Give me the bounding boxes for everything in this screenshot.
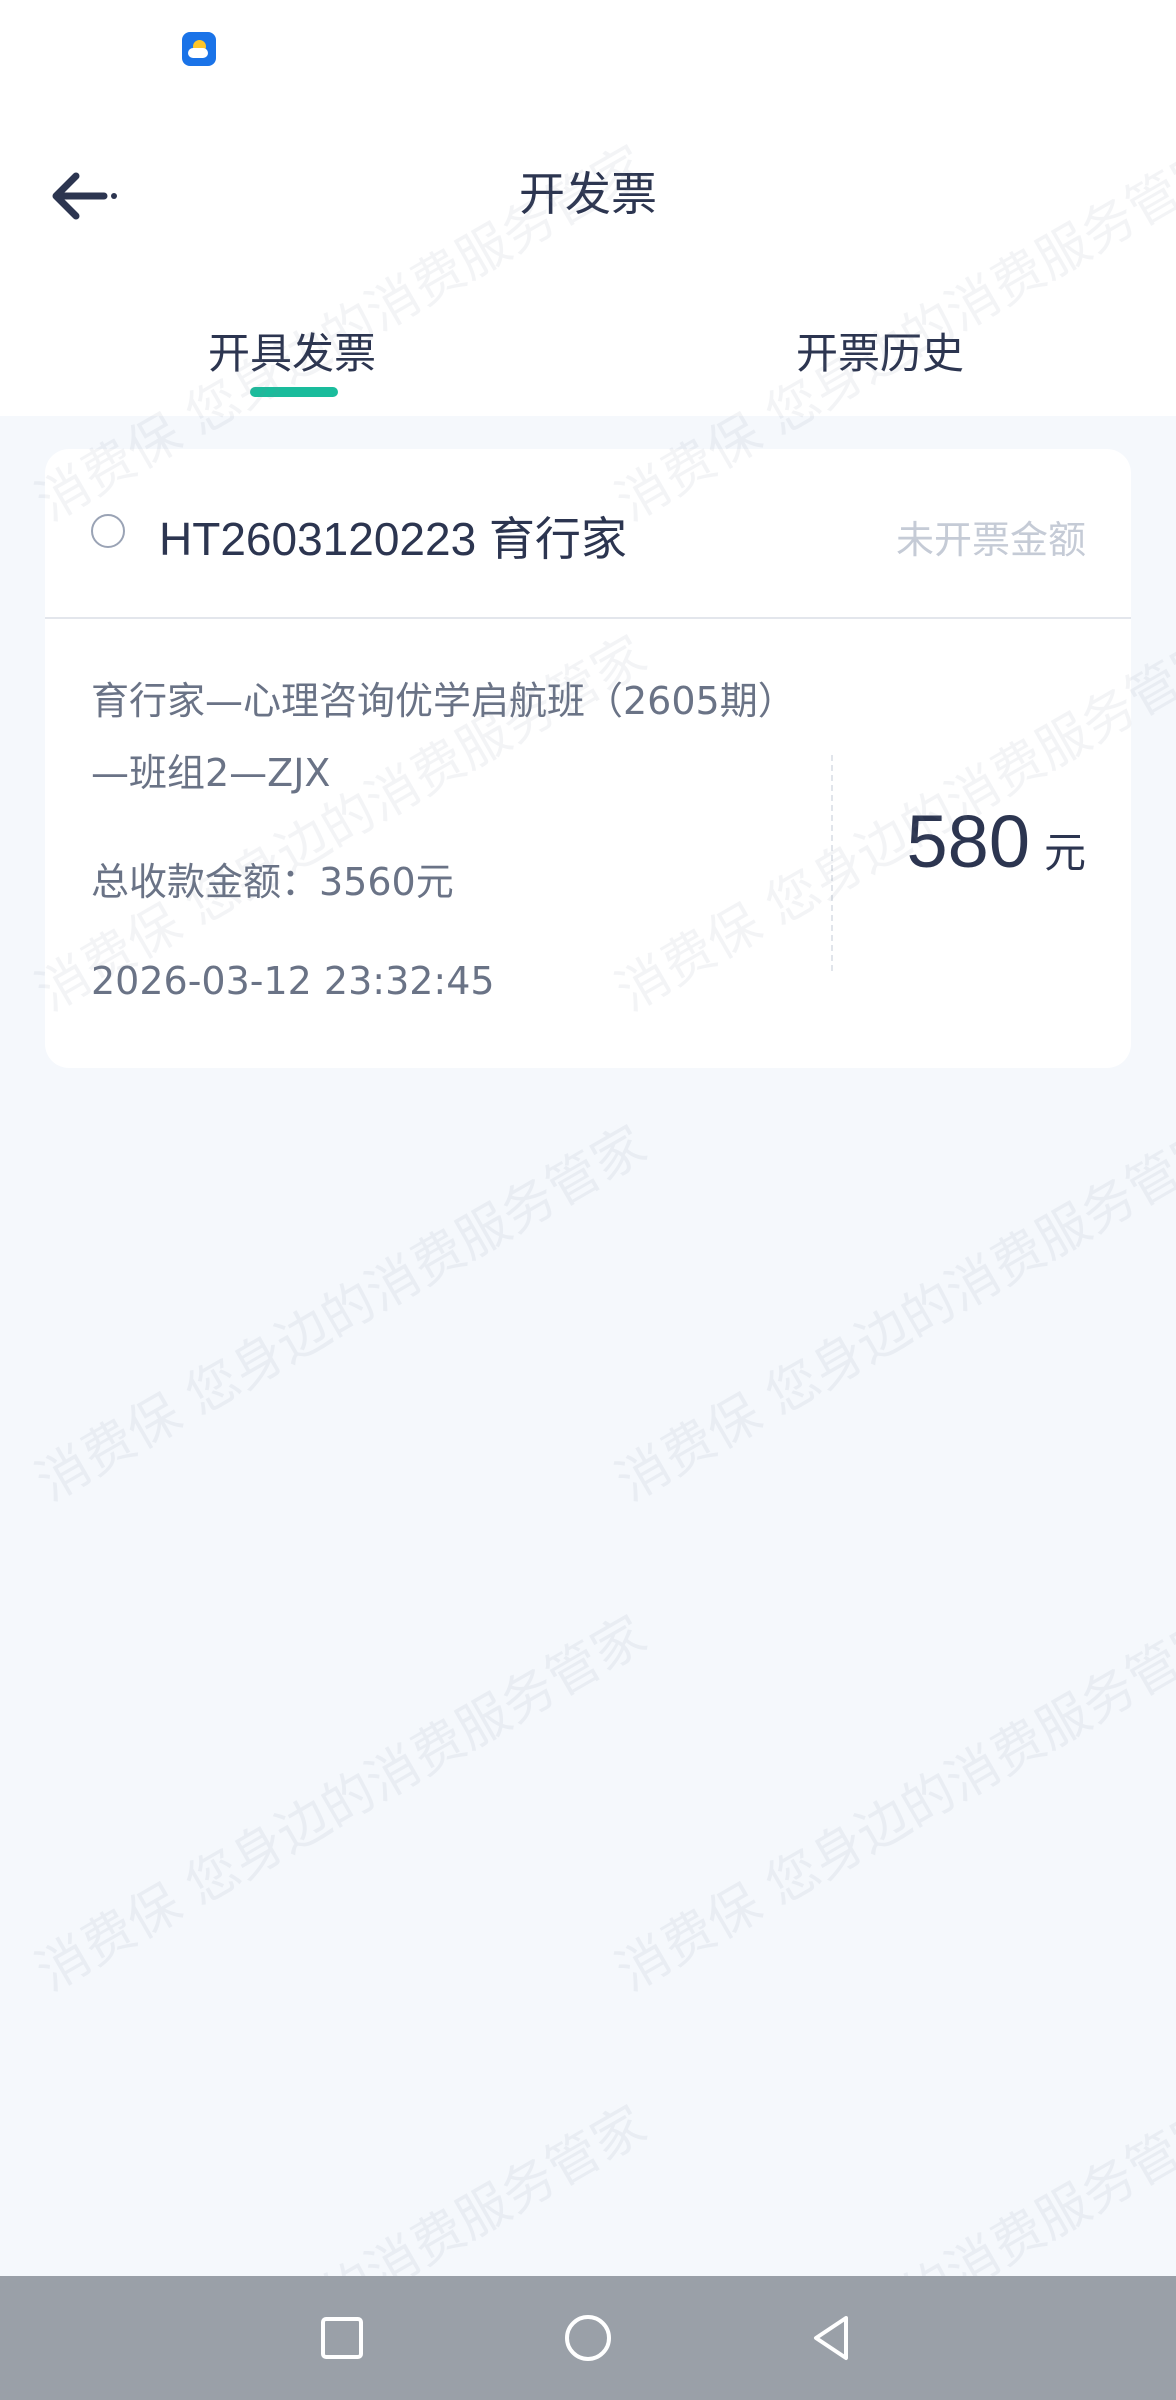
system-nav-bar bbox=[0, 2276, 1176, 2400]
watermark-text: 消费保 您身边的消费服务管家 bbox=[606, 1114, 1176, 1514]
invoice-page: 开发票 开具发票 开票历史 HT2603120223 育行家 未开票金额 育行家… bbox=[0, 0, 1176, 2400]
invoice-order-card[interactable]: HT2603120223 育行家 未开票金额 育行家—心理咨询优学启航班（260… bbox=[45, 449, 1131, 1068]
header: 开发票 开具发票 开票历史 bbox=[0, 100, 1176, 416]
product-description: 育行家—心理咨询优学启航班（2605期）—班组2—ZJX bbox=[91, 679, 796, 795]
uninvoiced-amount-label: 未开票金额 bbox=[895, 518, 1086, 562]
home-button[interactable] bbox=[556, 2306, 620, 2370]
status-bar bbox=[0, 0, 1176, 100]
watermark-text: 消费保 您身边的消费服务管家 bbox=[606, 1604, 1176, 2004]
system-back-button[interactable] bbox=[800, 2306, 864, 2370]
circle-icon bbox=[565, 2315, 611, 2361]
triangle-back-icon bbox=[814, 2316, 848, 2360]
select-radio[interactable] bbox=[91, 514, 125, 548]
square-icon bbox=[321, 2317, 363, 2359]
weather-icon bbox=[182, 32, 216, 66]
uninvoiced-amount: 580 元 bbox=[907, 799, 1086, 884]
tab-invoice-history[interactable]: 开票历史 bbox=[796, 320, 964, 381]
amount-value: 580 bbox=[906, 800, 1030, 883]
watermark-text: 消费保 您身边的消费服务管家 bbox=[26, 1604, 657, 2004]
amount-unit: 元 bbox=[1043, 828, 1086, 877]
page-title: 开发票 bbox=[519, 167, 657, 221]
total-amount: 总收款金额：3560元 bbox=[91, 860, 454, 904]
vertical-divider bbox=[831, 755, 833, 971]
order-datetime: 2026-03-12 23:32:45 bbox=[91, 959, 495, 1003]
watermark-text: 消费保 您身边的消费服务管家 bbox=[26, 1114, 657, 1514]
order-title: HT2603120223 育行家 bbox=[159, 513, 627, 565]
recent-apps-button[interactable] bbox=[310, 2306, 374, 2370]
card-header: HT2603120223 育行家 未开票金额 bbox=[45, 449, 1131, 619]
tab-issue-invoice[interactable]: 开具发票 bbox=[208, 320, 376, 381]
active-tab-indicator bbox=[250, 387, 338, 397]
